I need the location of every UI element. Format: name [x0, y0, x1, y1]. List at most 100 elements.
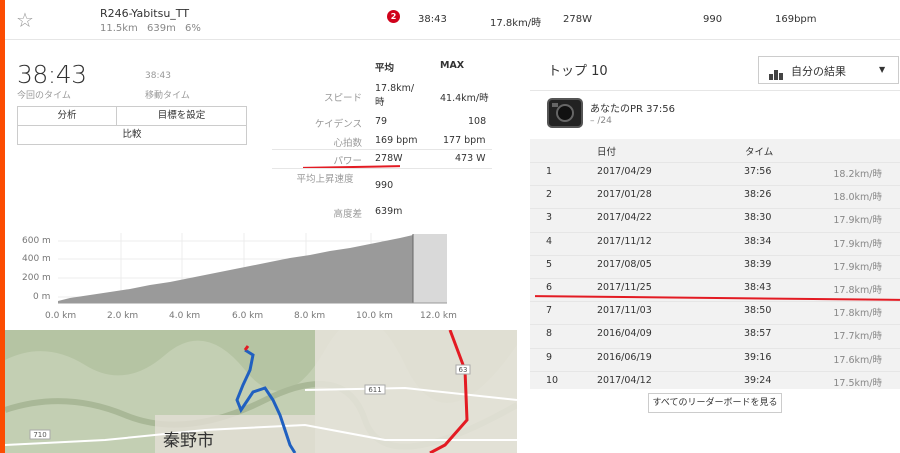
- row-time: 38:34: [744, 235, 772, 247]
- row-speed: 17.7km/時: [833, 331, 882, 343]
- see-all-leaderboards-button[interactable]: すべてのリーダーボードを見る: [648, 393, 782, 413]
- row-date: 2017/08/05: [597, 258, 652, 270]
- row-speed: 18.0km/時: [833, 192, 882, 204]
- stat-vam-label: 平均上昇速度: [296, 174, 354, 185]
- road-label: 611: [368, 386, 381, 394]
- stat-heartrate-max: 177 bpm: [443, 135, 486, 146]
- avatar: [547, 98, 583, 128]
- row-date: 2017/11/03: [597, 305, 652, 317]
- segment-elevation: 639m: [147, 23, 176, 34]
- row-date: 2017/04/29: [597, 166, 652, 177]
- stat-vam-value: 990: [375, 180, 394, 191]
- row-divider: [530, 254, 900, 256]
- pr-rank: – /24: [590, 116, 612, 126]
- x-tick: 6.0 km: [232, 311, 264, 321]
- row-speed: 17.5km/時: [833, 377, 882, 389]
- row-divider: [530, 370, 900, 372]
- stat-heartrate-avg: 169 bpm: [375, 135, 418, 146]
- segment-grade: 6%: [185, 23, 201, 34]
- elevation-future-area: [413, 234, 447, 303]
- row-divider: [530, 162, 900, 163]
- stat-power-max: 473 W: [455, 153, 486, 164]
- x-tick: 0.0 km: [45, 311, 77, 321]
- route-map[interactable]: 611 710 63 秦野市: [5, 330, 517, 453]
- row-time: 38:43: [744, 282, 772, 293]
- star-icon[interactable]: ☆: [16, 8, 34, 32]
- segment-name[interactable]: R246-Yabitsu_TT: [100, 7, 189, 20]
- row-date: 2016/04/09: [597, 328, 652, 340]
- header-power: 278W: [563, 14, 592, 25]
- row-speed: 17.8km/時: [833, 308, 882, 320]
- segment-distance: 11.5km: [100, 23, 138, 34]
- row-rank: 2: [546, 189, 553, 201]
- elevation-chart: [58, 233, 447, 304]
- row-time: 39:16: [744, 351, 772, 363]
- row-time: 38:39: [744, 258, 772, 270]
- segment-header: [5, 0, 900, 40]
- row-speed: 17.9km/時: [833, 215, 882, 227]
- set-goal-button[interactable]: 目標を設定: [116, 106, 247, 126]
- rank-badge: 2: [387, 10, 400, 23]
- stat-power-avg: 278W: [375, 153, 403, 164]
- row-divider: [530, 278, 900, 279]
- pr-row: あなたのPR 37:56 – /24: [530, 90, 900, 139]
- x-tick: 2.0 km: [107, 311, 139, 321]
- row-divider: [530, 347, 900, 349]
- row-divider: [530, 301, 900, 303]
- row-date: 2016/06/19: [597, 351, 652, 363]
- col-date: 日付: [597, 147, 617, 158]
- row-divider: [530, 324, 900, 326]
- header-heartrate: 169bpm: [775, 14, 817, 25]
- urban-area: [315, 330, 517, 453]
- stat-elev-label: 高度差: [333, 209, 362, 220]
- row-time: 39:24: [744, 374, 772, 386]
- row-date: 2017/01/28: [597, 189, 652, 201]
- row-rank: 8: [546, 328, 553, 340]
- row-time: 37:56: [744, 166, 772, 177]
- effort-time-label: 今回のタイム: [17, 91, 71, 101]
- stat-power-label: パワー: [333, 156, 362, 167]
- row-rank: 4: [546, 235, 553, 247]
- row-rank: 1: [546, 166, 553, 177]
- row-date: 2017/11/12: [597, 235, 652, 247]
- row-speed: 18.2km/時: [833, 169, 882, 180]
- stats-col-max: MAX: [440, 60, 465, 71]
- row-rank: 3: [546, 212, 553, 224]
- row-date: 2017/11/25: [597, 282, 652, 293]
- row-rank: 5: [546, 258, 553, 270]
- row-date: 2017/04/22: [597, 212, 652, 224]
- header-vam: 990: [703, 14, 723, 25]
- stat-heartrate-label: 心拍数: [333, 138, 362, 149]
- moving-time: 38:43: [145, 71, 171, 81]
- elevation-profile: [58, 235, 413, 303]
- leaderboard-title: トップ 10: [548, 64, 608, 79]
- city-label: 秦野市: [163, 431, 214, 451]
- pr-label: あなたのPR 37:56: [590, 104, 675, 115]
- row-rank: 7: [546, 305, 553, 317]
- moving-time-label: 移動タイム: [145, 91, 190, 101]
- row-divider: [530, 231, 900, 233]
- stat-elev-value: 639m: [375, 206, 403, 217]
- stat-speed-label: スピード: [323, 93, 362, 104]
- row-time: 38:26: [744, 189, 772, 201]
- row-rank: 9: [546, 351, 553, 363]
- map-canvas: 611 710 63 秦野市: [5, 330, 517, 453]
- segment-summary: 11.5km 639m 6%: [100, 23, 201, 34]
- col-time: タイム: [745, 147, 774, 158]
- result-filter-dropdown[interactable]: 自分の結果 ▼: [758, 56, 899, 84]
- stat-speed-max: 41.4km/時: [440, 93, 489, 104]
- row-date: 2017/04/12: [597, 374, 652, 386]
- stat-cadence-avg: 79: [375, 116, 388, 127]
- analysis-button[interactable]: 分析: [17, 106, 117, 126]
- road-label: 63: [459, 366, 468, 374]
- row-divider: [530, 185, 900, 187]
- compare-button[interactable]: 比較: [17, 125, 247, 145]
- header-time: 38:43: [418, 14, 447, 25]
- filter-label: 自分の結果: [791, 65, 846, 78]
- chevron-down-icon: ▼: [879, 65, 886, 74]
- stat-speed-avg: 17.8km/ 時: [375, 83, 415, 108]
- stat-cadence-label: ケイデンス: [314, 119, 362, 130]
- stats-divider: [272, 149, 492, 150]
- x-tick: 4.0 km: [169, 311, 201, 321]
- stats-divider-2: [272, 168, 492, 169]
